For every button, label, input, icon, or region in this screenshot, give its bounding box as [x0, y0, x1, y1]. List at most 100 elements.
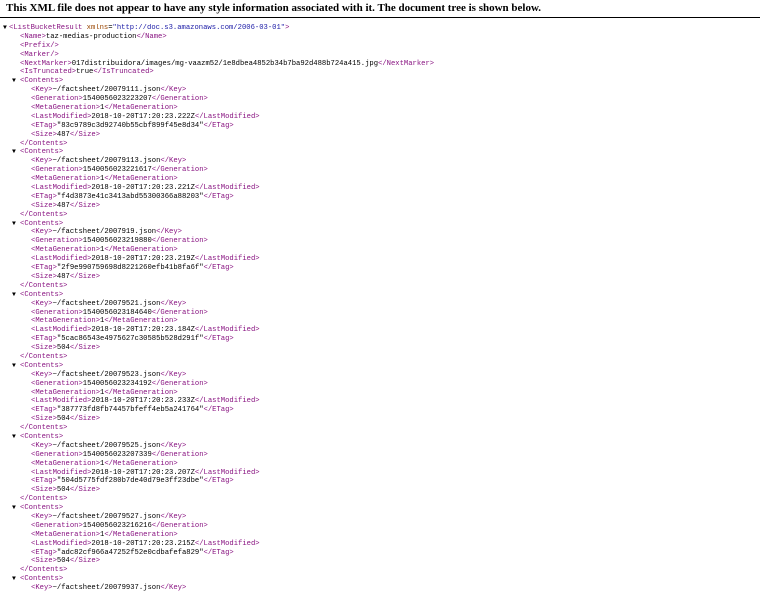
xml-open-tag: <Key> [31, 441, 53, 450]
xml-open-tag: <Size> [31, 557, 57, 566]
xml-element-contents: ▼ <Contents> [0, 77, 760, 86]
xml-text-value: 504 [56, 486, 70, 495]
xml-open-tag: <Contents> [20, 575, 64, 584]
xml-text-value: ~/factsheet/20079525.json [52, 441, 161, 450]
xml-open-tag: <MetaGeneration> [31, 246, 101, 255]
xml-close-tag: </ETag> [203, 121, 234, 130]
xml-element-lastmodified: <LastModified>2018-10-20T17:20:23.221Z</… [0, 184, 760, 193]
xml-open-tag: <Contents> [20, 148, 64, 157]
xml-element-size: <Size>504</Size> [0, 344, 760, 353]
xml-open-tag: <Contents> [20, 77, 64, 86]
collapse-toggle-icon[interactable]: ▼ [12, 433, 16, 442]
xml-element-etag: <ETag>"adc82cf966a47252f52e0cdbafefa829"… [0, 549, 760, 558]
xml-element-contents-close: </Contents> [0, 495, 760, 504]
xml-open-tag: <ETag> [31, 548, 57, 557]
xml-element-generation: <Generation>1540056023184640</Generation… [0, 309, 760, 318]
xml-style-notice: This XML file does not appear to have an… [0, 0, 760, 18]
xml-open-tag: <ETag> [31, 477, 57, 486]
xml-close-tag: </Contents> [20, 424, 68, 433]
xml-open-tag: <MetaGeneration> [31, 175, 101, 184]
xml-element-size: <Size>504</Size> [0, 415, 760, 424]
collapse-toggle-icon[interactable]: ▼ [12, 504, 16, 513]
xml-text-value: "adc82cf966a47252f52e0cdbafefa829" [56, 548, 204, 557]
xml-close-tag: </MetaGeneration> [104, 530, 178, 539]
collapse-toggle-icon[interactable]: ▼ [12, 575, 16, 584]
xml-text-value: "83c9789c3d92740b55cbf899f45e8d34" [56, 121, 204, 130]
xml-open-tag-end: > [285, 24, 290, 32]
xml-close-tag: </Key> [156, 228, 182, 237]
xml-close-tag: </LastModified> [194, 326, 260, 335]
xml-text-value: 504 [56, 344, 70, 353]
collapse-toggle-icon[interactable]: ▼ [12, 362, 16, 371]
xml-element-contents: ▼ <Contents> [0, 433, 760, 442]
xml-close-tag: </LastModified> [194, 397, 260, 406]
xml-close-tag: </Key> [160, 512, 187, 521]
xml-attribute-value: "http://doc.s3.amazonaws.com/2006-03-01" [112, 24, 286, 32]
collapse-toggle-icon[interactable]: ▼ [12, 77, 16, 86]
xml-close-tag: </Key> [160, 584, 187, 593]
xml-open-tag: <ETag> [31, 406, 57, 415]
collapse-toggle-icon[interactable]: ▼ [12, 148, 16, 157]
xml-open-tag: <Generation> [31, 308, 83, 317]
xml-document-tree: ▼ <ListBucketResult xmlns="http://doc.s3.… [0, 24, 760, 600]
xml-open-tag: <Key> [31, 512, 53, 521]
xml-element-contents-close: </Contents> [0, 566, 760, 575]
header-divider [0, 17, 760, 18]
xml-close-tag: </Size> [69, 415, 101, 424]
xml-close-tag: </MetaGeneration> [104, 175, 178, 184]
xml-text-value: ~/factsheet/20079937.json [52, 584, 161, 593]
xml-element-etag: <ETag>"83c9789c3d92740b55cbf899f45e8d34"… [0, 122, 760, 131]
xml-element-size: <Size>487</Size> [0, 131, 760, 140]
xml-open-tag: <Generation> [31, 379, 83, 388]
xml-open-tag: <Contents> [20, 219, 64, 228]
collapse-toggle-icon[interactable]: ▼ [12, 220, 16, 229]
xml-close-tag: </Size> [69, 557, 101, 566]
xml-open-tag: <Contents> [20, 504, 64, 513]
xml-text-value: 487 [56, 201, 70, 210]
xml-element-nextmarker: <NextMarker>017distribuidora/images/mg-v… [0, 60, 760, 69]
xml-element-contents: ▼ <Contents> [0, 575, 760, 584]
xml-open-tag: <Contents> [20, 432, 64, 441]
xml-open-tag: <LastModified> [31, 112, 92, 121]
xml-close-tag: </MetaGeneration> [104, 246, 178, 255]
xml-text-value: 1540056023219880 [82, 237, 152, 246]
xml-text-value: 1540056023184640 [82, 308, 152, 317]
xml-text-value: ~/factsheet/2007919.json [52, 228, 157, 237]
collapse-toggle-icon[interactable]: ▼ [12, 291, 16, 300]
xml-element-generation: <Generation>1540056023221617</Generation… [0, 166, 760, 175]
xml-close-tag: </LastModified> [194, 112, 260, 121]
xml-close-tag: </Generation> [151, 166, 208, 175]
xml-text-value: ~/factsheet/20079523.json [52, 370, 161, 379]
xml-open-tag: <LastModified> [31, 255, 92, 264]
xml-element-etag: <ETag>"2f9e990759698d8221260efb41b8fa6f"… [0, 264, 760, 273]
xml-element-contents: ▼ <Contents> [0, 220, 760, 229]
xml-text-value: taz-medias-production [45, 32, 137, 41]
xml-close-tag: </Contents> [20, 210, 68, 219]
xml-open-tag: <Key> [31, 86, 53, 95]
xml-open-tag: <Generation> [31, 450, 83, 459]
xml-element-contents: ▼ <Contents> [0, 148, 760, 157]
xml-close-tag: </Name> [136, 32, 167, 41]
xml-open-tag: <Size> [31, 201, 57, 210]
xml-element-size: <Size>487</Size> [0, 273, 760, 282]
xml-element-key: <Key>~/factsheet/20079111.json</Key> [0, 86, 760, 95]
xml-open-tag: <Size> [31, 486, 57, 495]
xml-text-value: 017distribuidora/images/mg-vaazm52/1e8db… [71, 59, 379, 68]
xml-tag: <Prefix/> [20, 41, 59, 50]
xml-close-tag: </Key> [160, 370, 187, 379]
xml-element-key: <Key>~/factsheet/20079113.json</Key> [0, 157, 760, 166]
xml-open-tag: <LastModified> [31, 326, 92, 335]
xml-close-tag: </ETag> [203, 477, 234, 486]
xml-close-tag: </Contents> [20, 139, 68, 148]
xml-close-tag: </LastModified> [194, 468, 260, 477]
xml-text-value: 487 [56, 130, 70, 139]
xml-text-value: "5cac86543e4975627c30585b528d291f" [56, 335, 204, 344]
xml-element-name: <Name>taz-medias-production</Name> [0, 33, 760, 42]
xml-open-tag: <ETag> [31, 121, 57, 130]
xml-element-contents-close: </Contents> [0, 140, 760, 149]
xml-close-tag: </LastModified> [194, 184, 260, 193]
xml-close-tag: </LastModified> [194, 539, 260, 548]
xml-close-tag: </Key> [160, 86, 187, 95]
collapse-toggle-icon[interactable]: ▼ [3, 24, 7, 33]
xml-element-metageneration: <MetaGeneration>1</MetaGeneration> [0, 104, 760, 113]
